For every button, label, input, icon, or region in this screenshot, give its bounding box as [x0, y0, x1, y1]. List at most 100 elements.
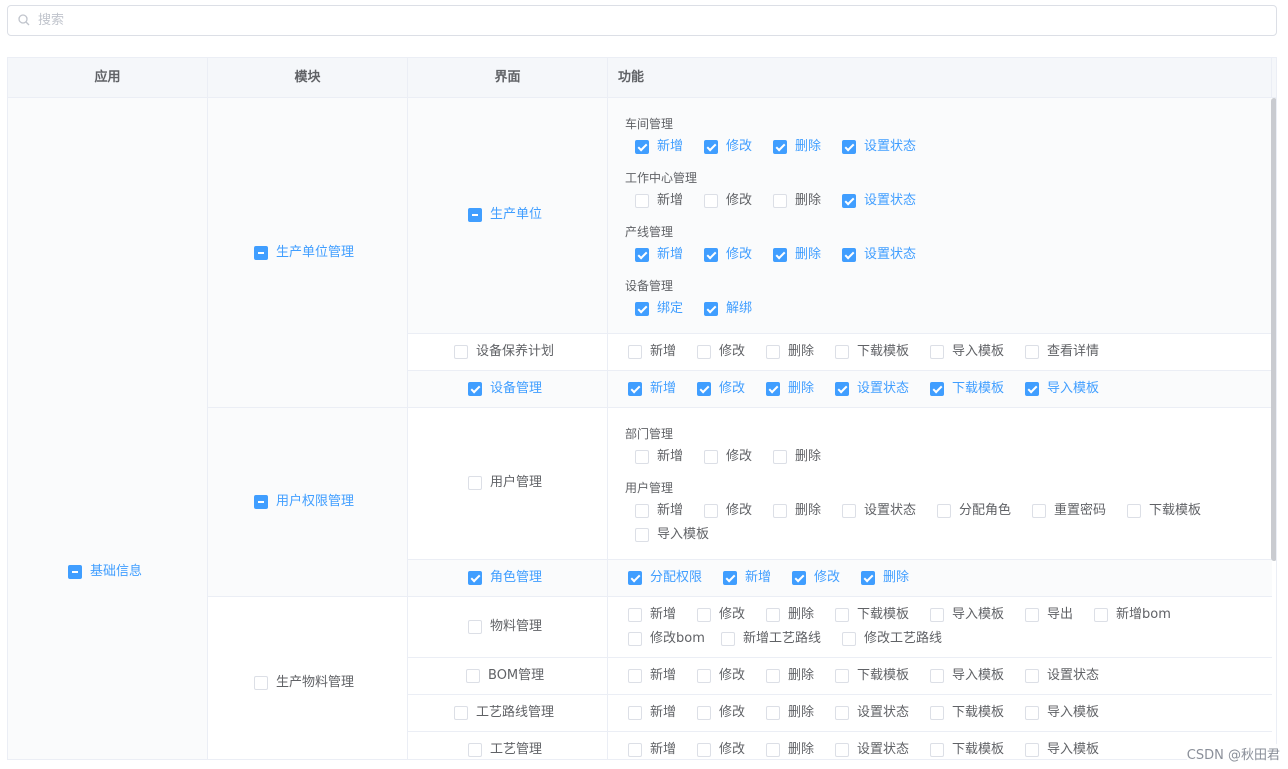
function-row-1-checkbox[interactable] — [930, 382, 944, 396]
function-row-2-label[interactable]: 删除 — [883, 570, 909, 586]
function-row-5-checkbox[interactable] — [835, 706, 849, 720]
function-5-checkbox[interactable] — [842, 504, 856, 518]
function-row-0-label[interactable]: 查看详情 — [1047, 344, 1099, 360]
function-row-0-label[interactable]: 新增 — [650, 344, 676, 360]
module-0-label[interactable]: 生产单位管理 — [276, 245, 354, 261]
function-5-checkbox[interactable] — [937, 504, 951, 518]
function-1-checkbox[interactable] — [842, 194, 856, 208]
screen-1-checkbox[interactable] — [454, 345, 468, 359]
function-row-3-label[interactable]: 下载模板 — [857, 607, 909, 623]
function-row-1-label[interactable]: 新增 — [650, 381, 676, 397]
function-row-5-checkbox[interactable] — [697, 706, 711, 720]
function-row-5-label[interactable]: 导入模板 — [1047, 705, 1099, 721]
function-row-3-label[interactable]: 修改工艺路线 — [864, 631, 942, 647]
function-row-1-checkbox[interactable] — [628, 382, 642, 396]
function-row-5-label[interactable]: 设置状态 — [857, 705, 909, 721]
function-row-6-label[interactable]: 导入模板 — [1047, 742, 1099, 758]
function-0-checkbox[interactable] — [704, 140, 718, 154]
function-row-3-label[interactable]: 新增 — [650, 607, 676, 623]
screen-4-label[interactable]: 角色管理 — [490, 570, 542, 586]
function-row-3-label[interactable]: 删除 — [788, 607, 814, 623]
function-1-label[interactable]: 删除 — [795, 193, 821, 209]
function-row-4-checkbox[interactable] — [1025, 669, 1039, 683]
function-row-3-checkbox[interactable] — [930, 608, 944, 622]
function-row-2-checkbox[interactable] — [861, 571, 875, 585]
function-row-4-label[interactable]: 删除 — [788, 668, 814, 684]
function-row-3-checkbox[interactable] — [1094, 608, 1108, 622]
function-row-5-checkbox[interactable] — [766, 706, 780, 720]
function-1-checkbox[interactable] — [773, 194, 787, 208]
function-row-4-label[interactable]: 下载模板 — [857, 668, 909, 684]
function-row-2-label[interactable]: 新增 — [745, 570, 771, 586]
screen-8-label[interactable]: 工艺管理 — [490, 742, 542, 758]
function-5-checkbox[interactable] — [635, 528, 649, 542]
function-row-3-checkbox[interactable] — [697, 608, 711, 622]
screen-3-label[interactable]: 用户管理 — [490, 475, 542, 491]
function-row-2-label[interactable]: 修改 — [814, 570, 840, 586]
function-row-1-checkbox[interactable] — [766, 382, 780, 396]
function-row-3-checkbox[interactable] — [842, 632, 856, 646]
function-1-checkbox[interactable] — [704, 194, 718, 208]
function-row-5-checkbox[interactable] — [628, 706, 642, 720]
search-input[interactable] — [38, 10, 1238, 31]
app-jichuxinxi-checkbox[interactable] — [68, 565, 82, 579]
function-5-label[interactable]: 重置密码 — [1054, 503, 1106, 519]
function-row-0-checkbox[interactable] — [1025, 345, 1039, 359]
function-4-label[interactable]: 删除 — [795, 449, 821, 465]
function-4-checkbox[interactable] — [635, 450, 649, 464]
function-row-2-label[interactable]: 分配权限 — [650, 570, 702, 586]
function-row-3-label[interactable]: 导出 — [1047, 607, 1073, 623]
function-row-3-label[interactable]: 修改 — [719, 607, 745, 623]
function-row-4-checkbox[interactable] — [697, 669, 711, 683]
function-5-checkbox[interactable] — [635, 504, 649, 518]
module-2-label[interactable]: 生产物料管理 — [276, 675, 354, 691]
function-row-4-label[interactable]: 导入模板 — [952, 668, 1004, 684]
module-2-checkbox[interactable] — [254, 676, 268, 690]
function-row-0-label[interactable]: 修改 — [719, 344, 745, 360]
function-row-5-checkbox[interactable] — [930, 706, 944, 720]
function-row-2-checkbox[interactable] — [723, 571, 737, 585]
function-row-5-checkbox[interactable] — [1025, 706, 1039, 720]
app-jichuxinxi-label[interactable]: 基础信息 — [90, 564, 142, 580]
screen-3-checkbox[interactable] — [468, 476, 482, 490]
function-row-6-checkbox[interactable] — [930, 743, 944, 757]
function-row-3-checkbox[interactable] — [628, 632, 642, 646]
function-row-0-label[interactable]: 删除 — [788, 344, 814, 360]
function-row-1-label[interactable]: 导入模板 — [1047, 381, 1099, 397]
function-row-4-checkbox[interactable] — [766, 669, 780, 683]
function-row-3-label[interactable]: 新增工艺路线 — [743, 631, 821, 647]
screen-0-label[interactable]: 生产单位 — [490, 207, 542, 223]
function-5-checkbox[interactable] — [704, 504, 718, 518]
function-row-4-label[interactable]: 新增 — [650, 668, 676, 684]
function-4-checkbox[interactable] — [704, 450, 718, 464]
function-1-label[interactable]: 设置状态 — [864, 193, 916, 209]
function-row-0-checkbox[interactable] — [766, 345, 780, 359]
function-row-5-label[interactable]: 修改 — [719, 705, 745, 721]
function-3-checkbox[interactable] — [635, 302, 649, 316]
screen-8-checkbox[interactable] — [468, 743, 482, 757]
function-row-6-checkbox[interactable] — [1025, 743, 1039, 757]
function-row-0-label[interactable]: 下载模板 — [857, 344, 909, 360]
function-row-6-label[interactable]: 新增 — [650, 742, 676, 758]
function-2-checkbox[interactable] — [842, 248, 856, 262]
function-row-6-checkbox[interactable] — [835, 743, 849, 757]
function-row-1-checkbox[interactable] — [697, 382, 711, 396]
function-1-label[interactable]: 新增 — [657, 193, 683, 209]
function-row-6-label[interactable]: 下载模板 — [952, 742, 1004, 758]
function-row-3-checkbox[interactable] — [1025, 608, 1039, 622]
function-row-0-label[interactable]: 导入模板 — [952, 344, 1004, 360]
module-0-checkbox[interactable] — [254, 246, 268, 260]
function-row-5-label[interactable]: 删除 — [788, 705, 814, 721]
function-row-6-checkbox[interactable] — [628, 743, 642, 757]
function-0-label[interactable]: 修改 — [726, 139, 752, 155]
function-4-label[interactable]: 新增 — [657, 449, 683, 465]
function-5-label[interactable]: 分配角色 — [959, 503, 1011, 519]
screen-5-label[interactable]: 物料管理 — [490, 619, 542, 635]
function-5-checkbox[interactable] — [1032, 504, 1046, 518]
function-4-label[interactable]: 修改 — [726, 449, 752, 465]
function-0-label[interactable]: 设置状态 — [864, 139, 916, 155]
screen-6-checkbox[interactable] — [466, 669, 480, 683]
screen-7-label[interactable]: 工艺路线管理 — [476, 705, 554, 721]
function-row-6-checkbox[interactable] — [766, 743, 780, 757]
screen-0-checkbox[interactable] — [468, 208, 482, 222]
